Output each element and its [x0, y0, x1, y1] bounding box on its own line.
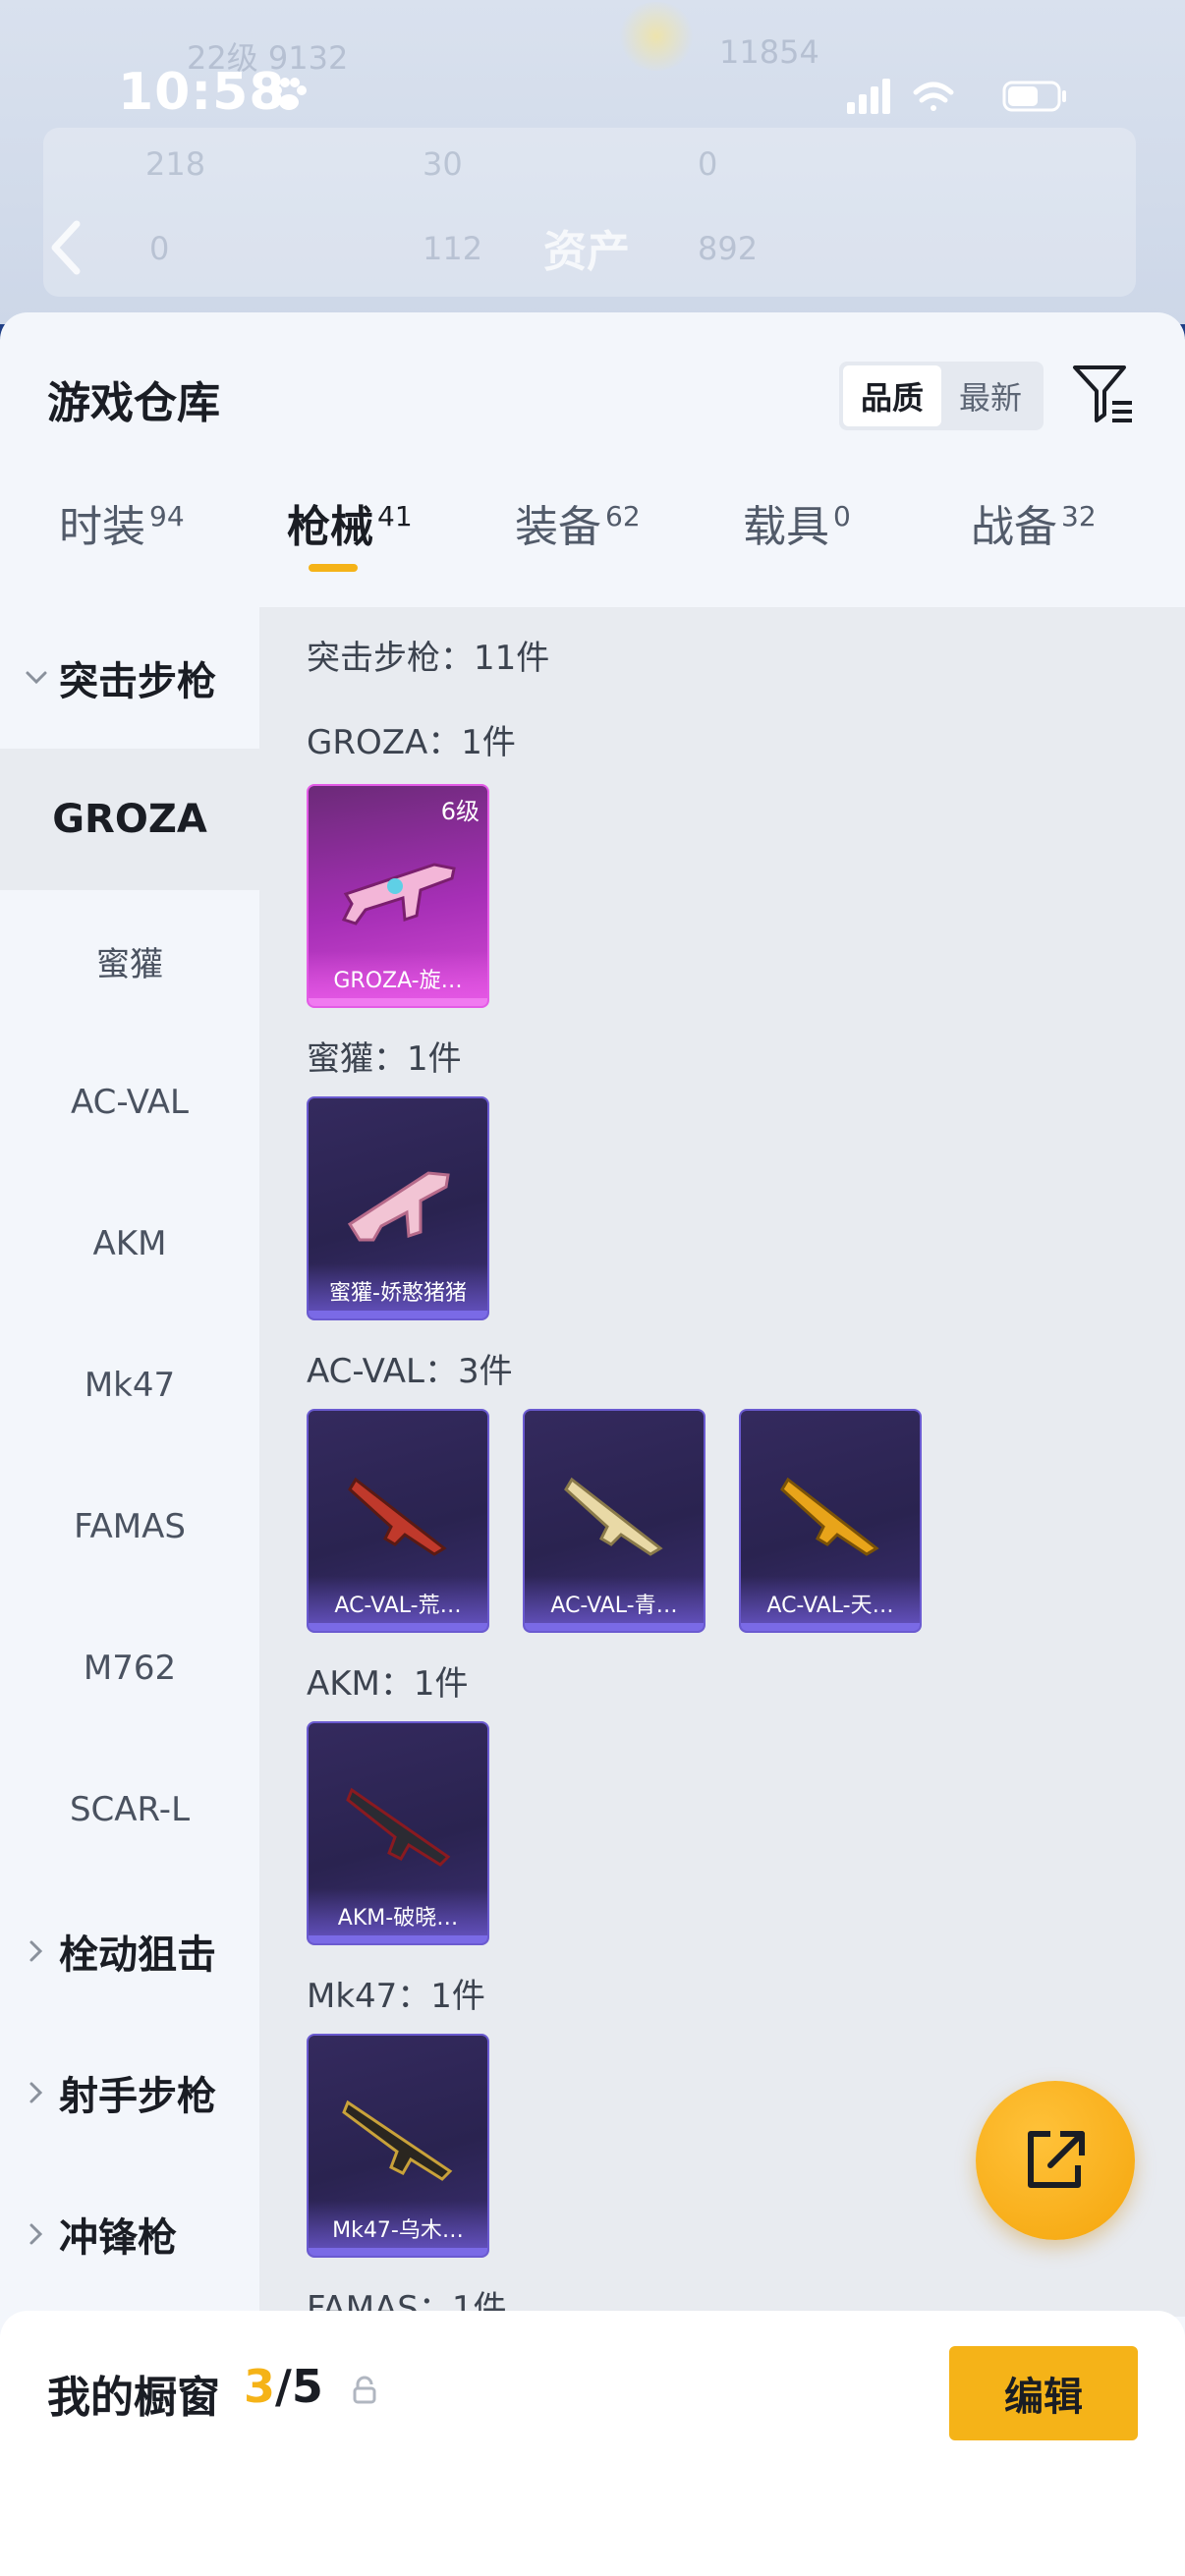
active-tab-indicator	[309, 564, 358, 572]
tab-count: 0	[833, 500, 851, 532]
tab-count: 32	[1061, 500, 1097, 532]
bg-stat: 892	[698, 230, 759, 267]
sidebar-category-smg[interactable]: 冲锋枪	[0, 2163, 259, 2305]
sort-option-latest[interactable]: 最新	[941, 365, 1040, 426]
section-header-honey-badger: 蜜獾：1件	[307, 1039, 462, 1079]
share-external-icon	[1028, 2131, 1085, 2188]
bg-stat: 30	[423, 145, 463, 183]
background-title: 资产	[543, 227, 630, 277]
weapon-list: 突击步枪：11件 GROZA：1件 6级 GROZA-旋… 蜜獾：1件 蜜獾-娇…	[259, 607, 1185, 2317]
level-badge: 6级	[440, 798, 480, 825]
rarity-bar	[741, 1623, 920, 1631]
bg-stat: 0	[149, 230, 170, 267]
showcase-title: 我的橱窗	[47, 2373, 220, 2423]
weapon-card[interactable]: AKM-破晓…	[307, 1721, 489, 1945]
weapon-card[interactable]: 6级 GROZA-旋…	[307, 784, 489, 1008]
weapon-card[interactable]: 蜜獾-娇憨猪猪	[307, 1096, 489, 1320]
status-time: 10:58	[118, 63, 286, 122]
sidebar-item-honey-badger[interactable]: 蜜獾	[0, 890, 259, 1032]
tab-count: 62	[605, 500, 641, 532]
weapon-card[interactable]: Mk47-乌木…	[307, 2034, 489, 2258]
weapon-skin-image	[341, 863, 456, 925]
chevron-right-icon	[29, 1940, 43, 1962]
tab-label: 装备	[515, 502, 601, 552]
paw-icon	[272, 78, 307, 110]
share-button[interactable]	[976, 2081, 1135, 2240]
category-tabs: 时装 94 枪械 41 装备 62 载具 0 战备 32	[0, 491, 1185, 589]
background-glow	[617, 2, 696, 71]
category-summary: 突击步枪：11件	[307, 639, 550, 678]
edit-button[interactable]: 编辑	[949, 2346, 1138, 2440]
rarity-bar	[525, 1623, 704, 1631]
showcase-bar: 我的橱窗 3/5 编辑	[0, 2311, 1185, 2576]
showcase-count: 3/5	[244, 2360, 323, 2413]
tab-weapons[interactable]: 枪械 41	[287, 491, 413, 589]
weapon-card[interactable]: AC-VAL-荒…	[307, 1409, 489, 1633]
filter-icon[interactable]	[1071, 362, 1136, 426]
tab-vehicles[interactable]: 载具 0	[743, 491, 851, 589]
weapon-skin-image	[564, 1477, 663, 1556]
sheet-title: 游戏仓库	[47, 378, 220, 428]
tab-label: 枪械	[287, 502, 373, 552]
sidebar-item-groza[interactable]: GROZA	[0, 749, 259, 890]
tab-equipment[interactable]: 装备 62	[515, 491, 641, 589]
bg-ghost-row1-right: 11854	[719, 33, 819, 71]
weapon-card[interactable]: AC-VAL-天…	[739, 1409, 922, 1633]
rarity-bar	[309, 1935, 487, 1943]
weapon-type-sidebar: 突击步枪 GROZA 蜜獾 AC-VAL AKM Mk47 FAMAS M762…	[0, 607, 259, 2317]
sidebar-category-label: 冲锋枪	[59, 2215, 177, 2261]
chevron-right-icon	[29, 2223, 43, 2245]
sort-option-quality[interactable]: 品质	[843, 365, 941, 426]
sidebar-item-akm[interactable]: AKM	[0, 1173, 259, 1315]
showcase-total: /5	[275, 2360, 323, 2413]
section-header-mk47: Mk47：1件	[307, 1977, 485, 2016]
sort-segmented-control: 品质 最新	[839, 362, 1044, 430]
tab-combat-gear[interactable]: 战备 32	[971, 491, 1097, 589]
tab-label: 时装	[59, 502, 145, 552]
rarity-bar	[309, 998, 487, 1006]
chevron-right-icon	[29, 2082, 43, 2103]
sidebar-category-label: 栓动狙击	[59, 1932, 216, 1978]
sidebar-category-label: 突击步枪	[59, 659, 216, 704]
back-arrow-icon[interactable]	[45, 218, 85, 277]
weapon-skin-image	[780, 1477, 879, 1556]
sidebar-category-label: 射手步枪	[59, 2074, 216, 2119]
section-header-akm: AKM：1件	[307, 1664, 469, 1704]
tab-label: 战备	[971, 502, 1057, 552]
sidebar-item-m762[interactable]: M762	[0, 1597, 259, 1739]
wifi-icon	[913, 82, 954, 111]
section-header-groza: GROZA：1件	[307, 723, 516, 762]
bg-stat: 218	[145, 145, 206, 183]
sidebar-category-marksman-rifle[interactable]: 射手步枪	[0, 2022, 259, 2163]
tab-count: 41	[377, 500, 413, 532]
battery-icon	[1002, 81, 1066, 112]
signal-icon	[847, 79, 890, 114]
sidebar-category-assault-rifle[interactable]: 突击步枪	[0, 607, 259, 749]
rarity-bar	[309, 2248, 487, 2256]
sidebar-item-scar-l[interactable]: SCAR-L	[0, 1739, 259, 1880]
lock-icon	[353, 2376, 376, 2404]
weapon-skin-image	[346, 1787, 451, 1867]
tab-count: 94	[149, 500, 185, 532]
background-app: 22级 9132 11854 218 30 0 0 112 892 资产 10:…	[0, 0, 1185, 324]
warehouse-sheet: 游戏仓库 品质 最新 时装 94 枪械 41 装备 62 载具 0 战备 32 突	[0, 312, 1185, 2576]
sidebar-item-mk47[interactable]: Mk47	[0, 1315, 259, 1456]
sidebar-item-ac-val[interactable]: AC-VAL	[0, 1032, 259, 1173]
sidebar-category-bolt-sniper[interactable]: 栓动狙击	[0, 1880, 259, 2022]
weapon-card[interactable]: AC-VAL-青…	[523, 1409, 705, 1633]
rarity-bar	[309, 1623, 487, 1631]
tab-label: 载具	[743, 502, 829, 552]
tab-fashion[interactable]: 时装 94	[59, 491, 185, 589]
weapon-skin-image	[342, 2100, 453, 2181]
rarity-bar	[309, 1311, 487, 1318]
bg-stat: 112	[423, 230, 483, 267]
weapon-skin-image	[348, 1477, 447, 1556]
bg-stat: 0	[698, 145, 718, 183]
status-icons	[847, 79, 1066, 114]
showcase-current: 3	[244, 2360, 276, 2413]
chevron-down-icon	[26, 671, 47, 685]
sidebar-item-famas[interactable]: FAMAS	[0, 1456, 259, 1597]
weapon-skin-image	[347, 1171, 450, 1242]
section-header-ac-val: AC-VAL：3件	[307, 1352, 513, 1391]
